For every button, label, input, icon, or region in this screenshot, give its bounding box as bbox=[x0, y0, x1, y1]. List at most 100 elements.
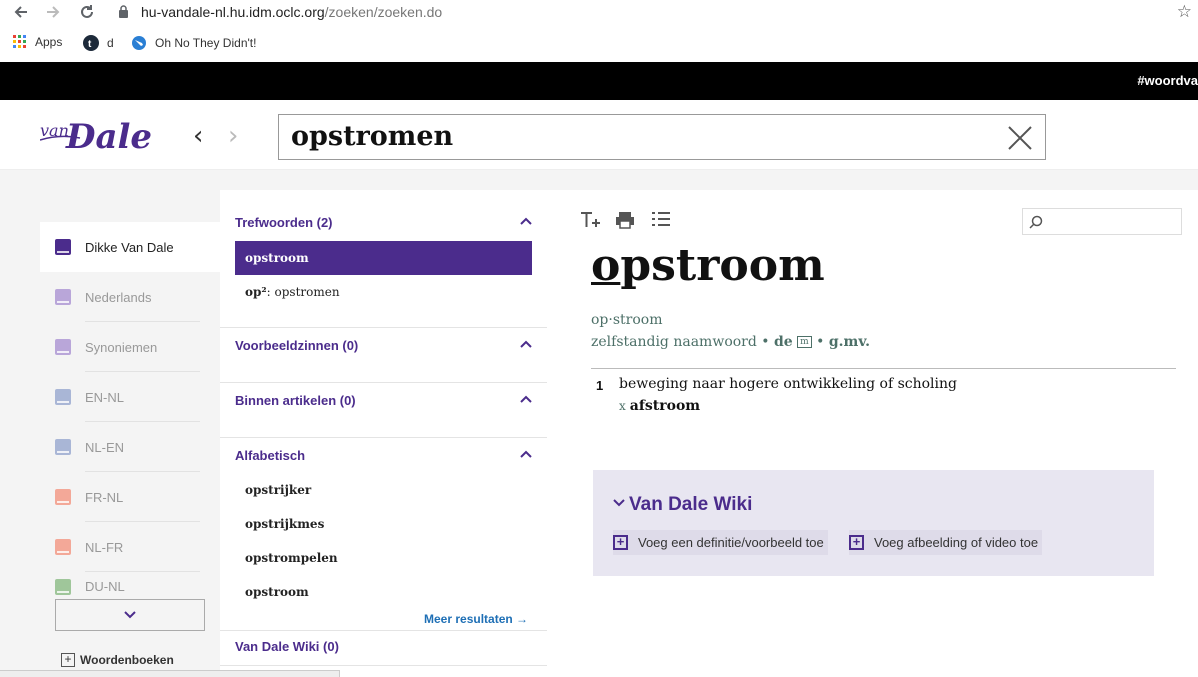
chevron-up-icon[interactable] bbox=[520, 340, 532, 348]
bullet: • bbox=[816, 334, 825, 350]
dict-item-nl-fr[interactable]: NL-FR bbox=[40, 522, 220, 572]
bullet: • bbox=[761, 334, 770, 350]
alpha-label: opstroom bbox=[245, 585, 309, 599]
text-size-icon[interactable] bbox=[580, 210, 602, 230]
article-word: de bbox=[774, 334, 793, 350]
dict-item-synoniemen[interactable]: Synoniemen bbox=[40, 322, 220, 372]
dict-label: DU-NL bbox=[85, 579, 125, 594]
result-label-bold: op² bbox=[245, 285, 267, 299]
dict-item-du-nl[interactable]: DU-NL bbox=[40, 572, 220, 602]
apps-grid-icon bbox=[13, 35, 26, 48]
plus-icon: + bbox=[613, 535, 628, 550]
site-header: van Dale ‹ › opstromen bbox=[0, 100, 1198, 170]
livejournal-icon bbox=[132, 36, 146, 50]
bookmark-star-icon[interactable]: ☆ bbox=[1177, 2, 1192, 22]
search-value: opstromen bbox=[291, 121, 454, 152]
more-results-link[interactable]: Meer resultaten → bbox=[424, 612, 528, 626]
bookmark-ohno[interactable]: Oh No They Didn't! bbox=[131, 35, 256, 51]
dict-item-en-nl[interactable]: EN-NL bbox=[40, 372, 220, 422]
dict-label: Dikke Van Dale bbox=[85, 239, 174, 255]
alpha-item-opstrompelen[interactable]: opstrompelen bbox=[235, 541, 532, 575]
dict-label: FR-NL bbox=[85, 489, 124, 505]
dict-item-fr-nl[interactable]: FR-NL bbox=[40, 472, 220, 522]
opposite-link[interactable]: afstroom bbox=[630, 398, 700, 414]
section-voorbeeldzinnen[interactable]: Voorbeeldzinnen (0) bbox=[235, 338, 358, 353]
dictionary-swatch bbox=[55, 439, 71, 455]
opposite-icon: x bbox=[619, 399, 626, 413]
browser-back-icon[interactable] bbox=[11, 2, 31, 22]
result-label-rest: : opstromen bbox=[266, 285, 340, 299]
alpha-item-opstroom[interactable]: opstroom bbox=[235, 575, 532, 609]
dict-item-dikke-van-dale[interactable]: Dikke Van Dale bbox=[40, 222, 220, 272]
dictionary-swatch bbox=[55, 339, 71, 355]
van-dale-logo[interactable]: van Dale bbox=[40, 114, 166, 154]
more-dictionaries-button[interactable] bbox=[55, 599, 205, 631]
dictionary-swatch bbox=[55, 289, 71, 305]
woordenboeken-toggle[interactable]: + Woordenboeken bbox=[61, 653, 174, 667]
dict-label: Synoniemen bbox=[85, 339, 158, 355]
banner-hashtag[interactable]: #woordva bbox=[1137, 73, 1198, 88]
add-media-button[interactable]: + Voeg afbeelding of video toe bbox=[849, 530, 1043, 555]
plural: g.mv. bbox=[828, 334, 870, 350]
chevron-up-icon[interactable] bbox=[520, 450, 532, 458]
clear-search-icon[interactable] bbox=[1007, 125, 1033, 151]
divider bbox=[591, 368, 1176, 369]
opposite-line: x afstroom bbox=[619, 398, 700, 414]
add-media-label: Voeg afbeelding of video toe bbox=[874, 535, 1039, 550]
browser-reload-icon[interactable] bbox=[77, 2, 97, 22]
section-binnen-artikelen[interactable]: Binnen artikelen (0) bbox=[235, 393, 356, 408]
alpha-label: opstrijker bbox=[245, 483, 312, 497]
dict-label: NL-EN bbox=[85, 439, 125, 455]
section-van-dale-wiki[interactable]: Van Dale Wiki (0) bbox=[235, 639, 339, 654]
woordenboeken-label: Woordenboeken bbox=[80, 653, 174, 667]
gender-badge: m bbox=[797, 336, 812, 348]
bookmark-apps[interactable]: Apps bbox=[13, 35, 62, 49]
status-bar bbox=[0, 670, 340, 677]
result-item-opstroom[interactable]: opstroom bbox=[235, 241, 532, 275]
search-icon bbox=[1029, 215, 1043, 229]
history-back-icon[interactable]: ‹ bbox=[193, 121, 203, 151]
wiki-title-label: Van Dale Wiki bbox=[629, 494, 753, 515]
headword-stressed: o bbox=[591, 240, 621, 291]
logo-big: Dale bbox=[65, 117, 152, 154]
chevron-up-icon[interactable] bbox=[520, 395, 532, 403]
bookmark-d[interactable]: t d bbox=[83, 35, 114, 51]
van-dale-wiki-box: Van Dale Wiki + Voeg een definitie/voorb… bbox=[593, 470, 1154, 576]
alpha-label: opstrompelen bbox=[245, 551, 338, 565]
list-toggle-icon[interactable] bbox=[650, 210, 672, 230]
dict-item-nl-en[interactable]: NL-EN bbox=[40, 422, 220, 472]
result-item-op2[interactable]: op²: opstromen bbox=[235, 275, 532, 309]
syllabification: op·stroom bbox=[591, 312, 663, 328]
section-trefwoorden[interactable]: Trefwoorden (2) bbox=[235, 215, 333, 230]
plus-icon: + bbox=[61, 653, 75, 667]
add-definition-label: Voeg een definitie/voorbeeld toe bbox=[638, 535, 824, 550]
alpha-label: opstrijkmes bbox=[245, 517, 325, 531]
grammar-line: zelfstandig naamwoord • de m • g.mv. bbox=[591, 334, 870, 350]
dict-item-nederlands[interactable]: Nederlands bbox=[40, 272, 220, 322]
add-definition-button[interactable]: + Voeg een definitie/voorbeeld toe bbox=[613, 530, 828, 555]
alpha-item-opstrijkmes[interactable]: opstrijkmes bbox=[235, 507, 532, 541]
bookmark-label: Apps bbox=[35, 35, 63, 49]
top-banner: #woordva bbox=[0, 62, 1198, 100]
dictionary-swatch bbox=[55, 539, 71, 555]
history-forward-icon[interactable]: › bbox=[228, 121, 238, 151]
lock-icon bbox=[119, 5, 128, 18]
panel-pointer bbox=[564, 279, 573, 297]
sense-definition: beweging naar hogere ontwikkeling of sch… bbox=[619, 376, 957, 392]
tumblr-icon: t bbox=[83, 35, 99, 51]
section-alfabetisch[interactable]: Alfabetisch bbox=[235, 448, 305, 463]
chevron-up-icon[interactable] bbox=[520, 217, 532, 225]
browser-forward-icon[interactable] bbox=[43, 2, 63, 22]
headword-rest: pstroom bbox=[620, 240, 825, 291]
article-search-input[interactable] bbox=[1022, 208, 1182, 235]
dictionary-list: Dikke Van Dale Nederlands Synoniemen EN-… bbox=[40, 222, 220, 602]
url-path: /zoeken/zoeken.do bbox=[324, 4, 443, 20]
plus-icon: + bbox=[849, 535, 864, 550]
url-field[interactable]: hu-vandale-nl.hu.idm.oclc.org/zoeken/zoe… bbox=[141, 4, 442, 20]
bookmark-label: Oh No They Didn't! bbox=[155, 36, 257, 50]
wiki-title[interactable]: Van Dale Wiki bbox=[613, 494, 752, 516]
dict-label: NL-FR bbox=[85, 539, 124, 555]
alpha-item-opstrijker[interactable]: opstrijker bbox=[235, 473, 532, 507]
print-icon[interactable] bbox=[614, 210, 636, 230]
search-input[interactable]: opstromen bbox=[278, 114, 1046, 160]
